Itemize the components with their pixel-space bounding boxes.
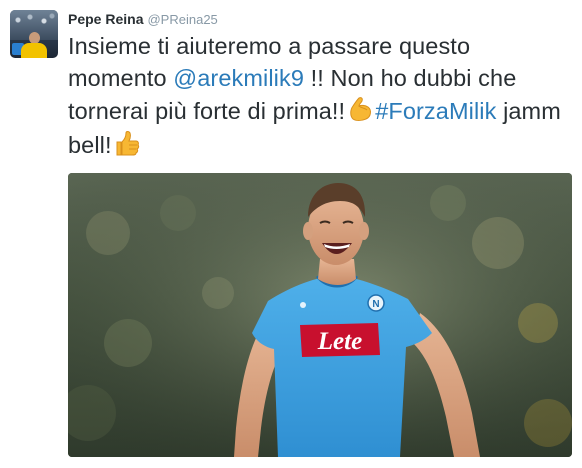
kit-maker-logo-icon [300, 302, 306, 308]
author-name[interactable]: Pepe Reina [68, 11, 143, 27]
author-avatar[interactable] [10, 10, 58, 58]
avatar-person-body [21, 43, 47, 58]
tweet-photo[interactable]: Lete N [68, 173, 572, 457]
flexed-biceps-icon [350, 97, 372, 121]
svg-text:N: N [372, 299, 379, 310]
hashtag-link[interactable]: #ForzaMilik [375, 98, 496, 124]
sponsor-text: Lete [317, 328, 362, 355]
author-handle[interactable]: @PReina25 [147, 12, 217, 27]
thumbs-up-icon [116, 130, 139, 155]
mention-link[interactable]: @arekmilik9 [173, 65, 304, 91]
tweet-text: Insieme ti aiuteremo a passare questo mo… [68, 31, 573, 161]
photo-scene: Lete N [68, 173, 572, 457]
tweet-header: Pepe Reina @PReina25 [68, 10, 218, 28]
tweet-card: Pepe Reina @PReina25 Insieme ti aiuteremo… [0, 0, 582, 468]
